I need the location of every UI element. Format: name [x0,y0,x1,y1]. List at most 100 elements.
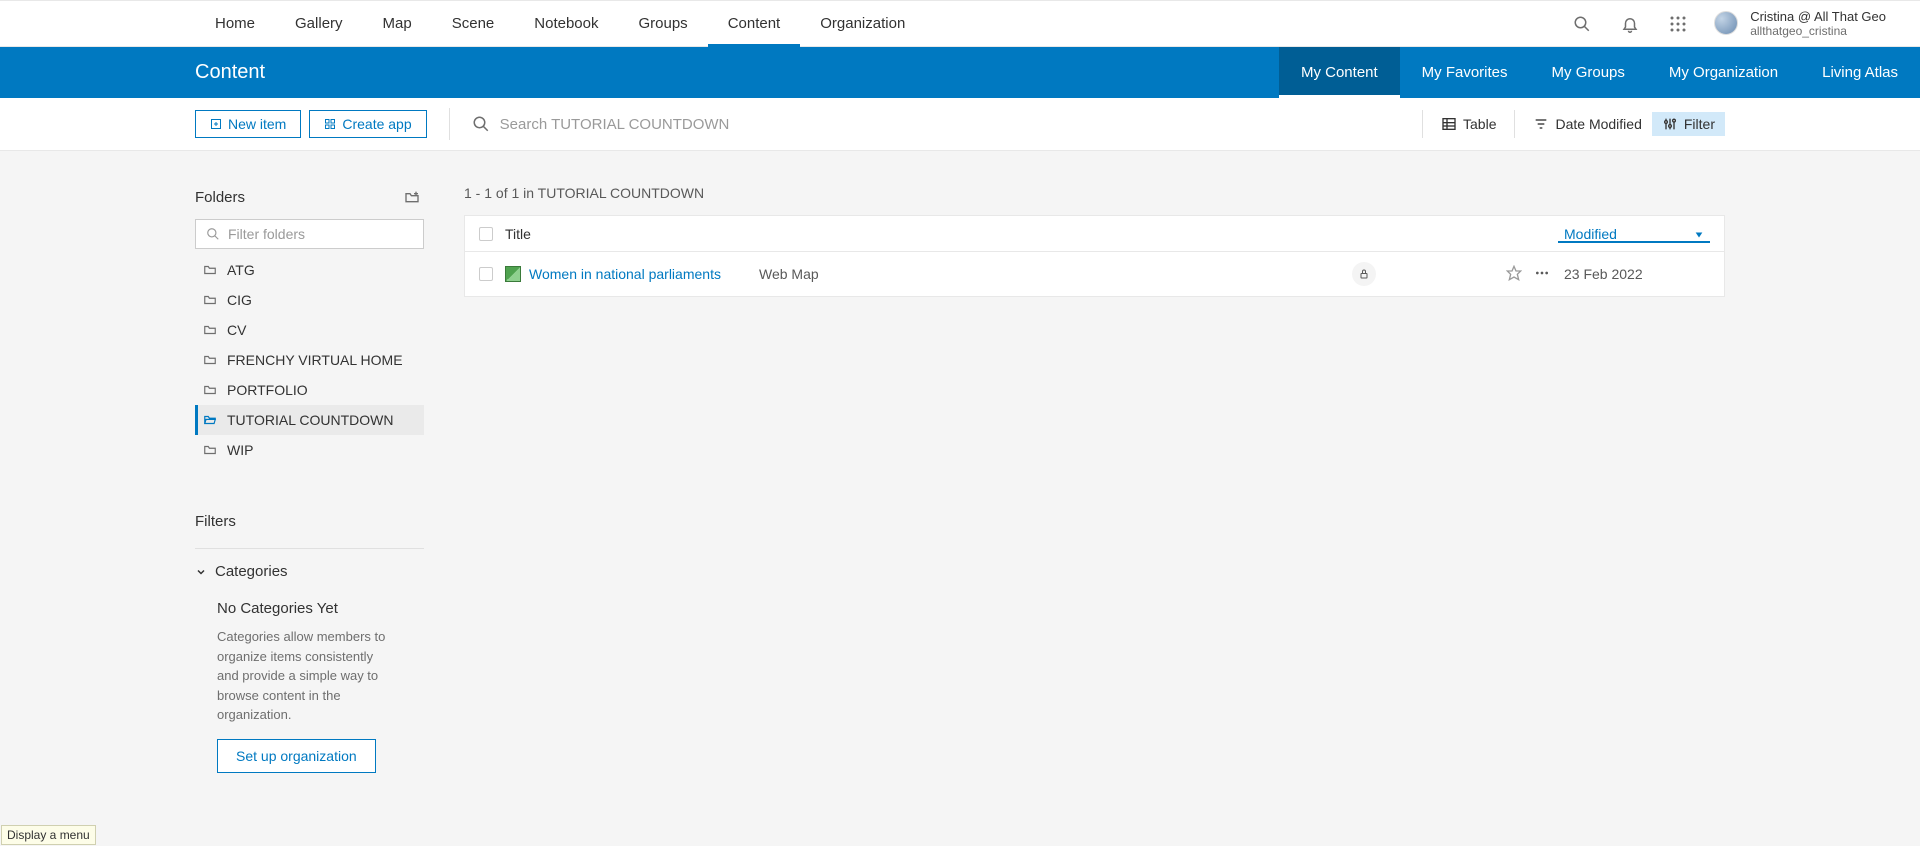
folder-item[interactable]: CIG [195,285,424,315]
column-modified-label: Modified [1564,226,1617,242]
tab-my-content[interactable]: My Content [1279,47,1400,98]
toolbar-right: Table Date Modified Filter [1414,110,1725,138]
content-tabs: My Content My Favorites My Groups My Org… [1279,47,1920,98]
folder-open-icon [203,413,217,427]
search-wrap [472,115,1406,133]
search-input[interactable] [500,116,1406,133]
folder-list: ATG CIG CV FRENCHY VIRTUAL HOME PORTFOLI… [195,255,424,465]
folder-label: PORTFOLIO [227,382,308,398]
tab-my-favorites[interactable]: My Favorites [1400,47,1530,98]
content-area: 1 - 1 of 1 in TUTORIAL COUNTDOWN Title M… [424,151,1920,846]
setup-organization-button[interactable]: Set up organization [217,739,376,773]
item-table: Title Modified Women in national parliam… [464,215,1725,297]
folder-item[interactable]: FRENCHY VIRTUAL HOME [195,345,424,375]
folder-icon [203,293,217,307]
item-date: 23 Feb 2022 [1564,266,1710,282]
categories-label: Categories [215,563,288,580]
item-title-link[interactable]: Women in national parliaments [529,266,759,282]
star-icon [1506,265,1522,281]
top-nav-right: Cristina @ All That Geo allthatgeo_crist… [1570,1,1904,46]
page-title: Content [195,61,265,84]
folder-label: FRENCHY VIRTUAL HOME [227,352,403,368]
more-actions-button[interactable] [1534,265,1550,284]
tab-my-groups[interactable]: My Groups [1530,47,1647,98]
result-count: 1 - 1 of 1 in TUTORIAL COUNTDOWN [464,185,1725,201]
folder-item[interactable]: ATG [195,255,424,285]
nav-content[interactable]: Content [708,1,801,46]
folder-item[interactable]: WIP [195,435,424,465]
content-toolbar: New item Create app Table Date Modified … [0,98,1920,151]
new-folder-icon[interactable] [400,185,424,209]
filters-section: Filters Categories No Categories Yet Cat… [195,513,424,773]
nav-scene[interactable]: Scene [432,1,515,46]
filter-label: Filter [1684,116,1715,132]
folder-icon [203,323,217,337]
sort-icon [1533,116,1549,132]
nav-groups[interactable]: Groups [618,1,707,46]
nav-notebook[interactable]: Notebook [514,1,618,46]
folder-label: ATG [227,262,255,278]
folders-header: Folders [195,185,424,209]
sort-desc-icon [1694,230,1704,240]
folder-icon [203,443,217,457]
select-all-checkbox[interactable] [479,227,493,241]
create-app-button[interactable]: Create app [309,110,426,138]
folder-filter-input[interactable] [228,226,413,242]
column-title[interactable]: Title [505,226,1564,242]
view-table-button[interactable]: Table [1431,112,1506,136]
table-icon [1441,116,1457,132]
categories-body: No Categories Yet Categories allow membe… [195,600,424,773]
status-tooltip: Display a menu [1,825,96,845]
folder-item[interactable]: PORTFOLIO [195,375,424,405]
webmap-icon [505,266,521,282]
folder-icon [203,263,217,277]
column-modified[interactable]: Modified [1564,226,1710,242]
sidebar: Folders ATG CIG C [0,151,424,846]
filters-divider [195,548,424,549]
favorite-button[interactable] [1506,265,1522,284]
main-area: Folders ATG CIG C [0,151,1920,846]
create-app-label: Create app [342,116,411,132]
no-categories-title: No Categories Yet [217,600,424,617]
share-button[interactable] [1352,262,1376,286]
new-item-label: New item [228,116,286,132]
user-display-name: Cristina @ All That Geo [1750,9,1886,25]
categories-toggle[interactable]: Categories [195,563,424,580]
new-item-button[interactable]: New item [195,110,301,138]
apps-grid-icon[interactable] [1666,12,1690,36]
folder-label: WIP [227,442,253,458]
folder-label: CV [227,322,246,338]
folder-icon [203,353,217,367]
search-icon [206,227,220,241]
view-table-label: Table [1463,116,1496,132]
search-icon[interactable] [1570,12,1594,36]
folder-item[interactable]: CV [195,315,424,345]
folder-item-active[interactable]: TUTORIAL COUNTDOWN [195,405,424,435]
folder-icon [203,383,217,397]
filter-icon [1662,116,1678,132]
nav-map[interactable]: Map [363,1,432,46]
toolbar-divider [449,108,450,140]
no-categories-desc: Categories allow members to organize ite… [217,627,397,725]
item-type: Web Map [759,266,989,282]
user-text: Cristina @ All That Geo allthatgeo_crist… [1750,9,1886,39]
tab-living-atlas[interactable]: Living Atlas [1800,47,1920,98]
grid-icon [324,118,336,130]
filter-toggle-button[interactable]: Filter [1652,112,1725,136]
user-menu[interactable]: Cristina @ All That Geo allthatgeo_crist… [1714,9,1886,39]
nav-home[interactable]: Home [195,1,275,46]
top-nav-items: Home Gallery Map Scene Notebook Groups C… [195,1,925,46]
bell-icon[interactable] [1618,12,1642,36]
search-icon [472,115,490,133]
sort-date-modified-button[interactable]: Date Modified [1523,112,1651,136]
folder-label: TUTORIAL COUNTDOWN [227,412,393,428]
row-checkbox[interactable] [479,267,493,281]
tab-my-organization[interactable]: My Organization [1647,47,1800,98]
nav-organization[interactable]: Organization [800,1,925,46]
sort-label: Date Modified [1555,116,1641,132]
toolbar-sep-1 [1422,110,1423,138]
sub-nav: Content My Content My Favorites My Group… [0,47,1920,98]
folder-label: CIG [227,292,252,308]
nav-gallery[interactable]: Gallery [275,1,363,46]
filters-label: Filters [195,513,424,530]
